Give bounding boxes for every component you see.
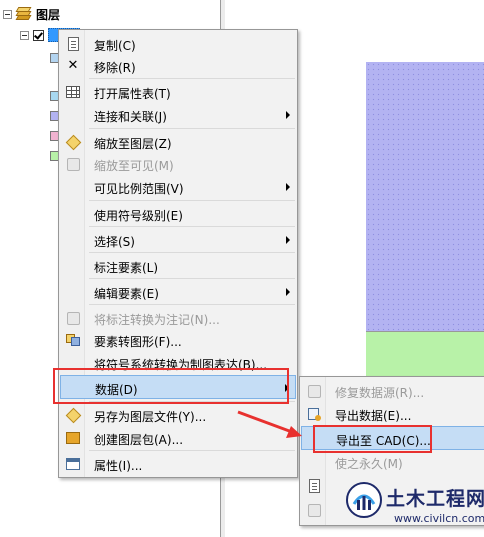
watermark-url: www.civilcn.com bbox=[394, 512, 484, 525]
watermark-logo-icon bbox=[346, 482, 382, 518]
annotation-arrow bbox=[237, 410, 302, 438]
watermark: 土木工程网 www.civilcn.com bbox=[340, 478, 484, 537]
watermark-title: 土木工程网 bbox=[386, 488, 484, 510]
